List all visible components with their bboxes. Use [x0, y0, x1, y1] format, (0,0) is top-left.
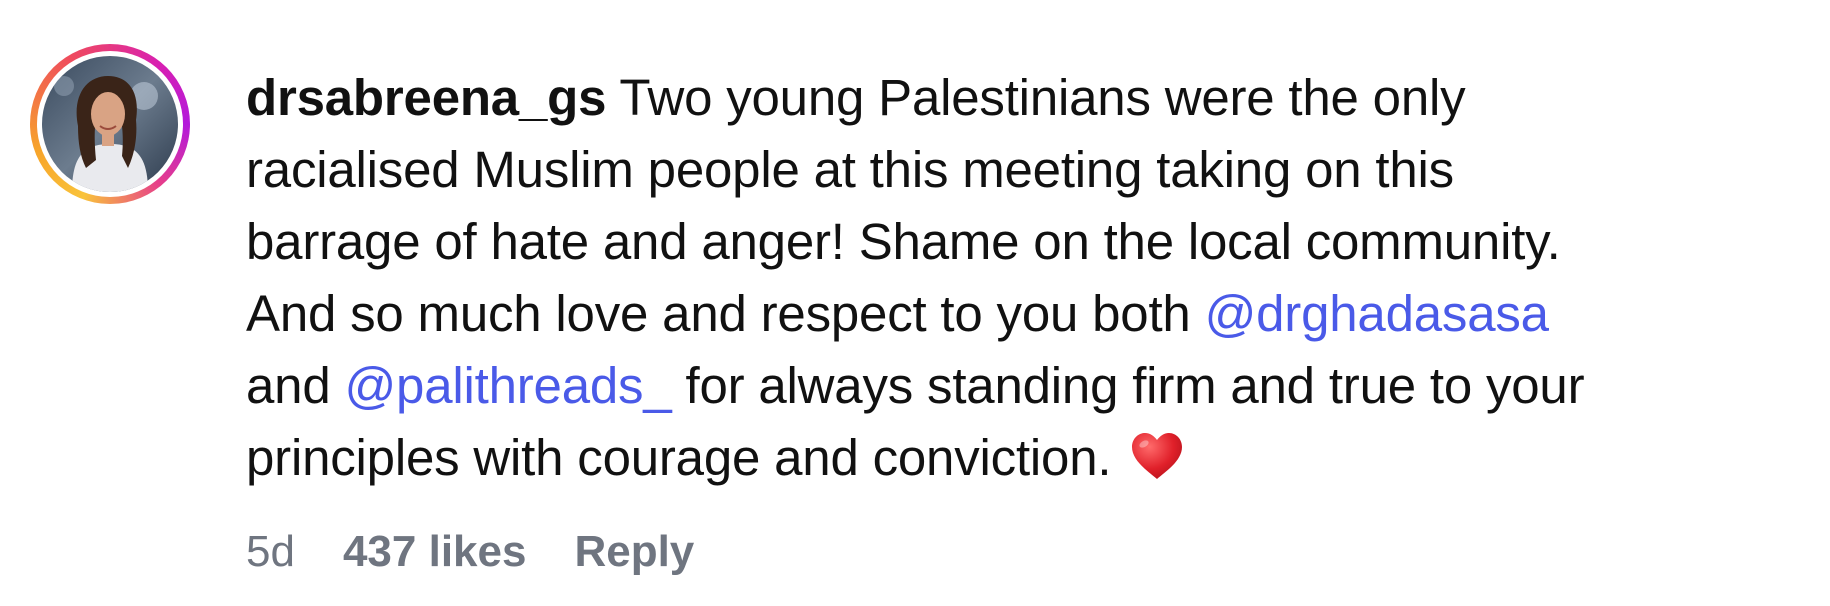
comment-likes-count[interactable]: 437 likes	[343, 522, 527, 582]
comment-line-1: drsabreena_gs Two young Palestinians wer…	[246, 62, 1806, 134]
mention-link-palithreads[interactable]: @palithreads_	[344, 357, 671, 414]
mention-link-drghadasasa[interactable]: @drghadasasa	[1205, 285, 1549, 342]
avatar-story-ring[interactable]	[30, 44, 190, 204]
comment-line-5: and @palithreads_ for always standing fi…	[246, 350, 1806, 422]
comment-body: drsabreena_gs Two young Palestinians wer…	[246, 62, 1806, 494]
comment-line-6: principles with courage and conviction.	[246, 422, 1806, 494]
comment-line-2: racialised Muslim people at this meeting…	[246, 141, 1454, 198]
comment-username[interactable]: drsabreena_gs	[246, 69, 606, 126]
avatar-ring-gap	[37, 51, 183, 197]
comment-text-line-5-rest: for always standing firm and true to you…	[671, 357, 1585, 414]
comment-text-line-1: Two young Palestinians were the only	[606, 69, 1466, 126]
reply-button[interactable]: Reply	[574, 522, 694, 582]
comment-text-line-5-start: and	[246, 357, 345, 414]
heart-icon	[1132, 433, 1183, 479]
comment-text-line-4: And so much love and respect to you both	[246, 285, 1205, 342]
comment-timestamp[interactable]: 5d	[246, 522, 295, 582]
avatar[interactable]	[42, 56, 178, 192]
comment-line-3: barrage of hate and anger! Shame on the …	[246, 213, 1561, 270]
comment-meta: 5d 437 likes Reply	[246, 522, 694, 582]
comment-text-line-6: principles with courage and conviction.	[246, 429, 1126, 486]
comment-line-4: And so much love and respect to you both…	[246, 278, 1806, 350]
